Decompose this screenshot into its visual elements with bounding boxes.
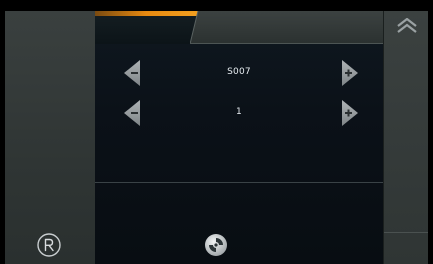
right-arrow-icon — [342, 60, 358, 86]
home-icon — [205, 234, 227, 256]
tab-active-accent — [95, 11, 198, 16]
left-arrow-icon — [124, 60, 140, 86]
registered-button[interactable] — [36, 232, 62, 258]
left-arrow-icon — [124, 100, 140, 126]
up-chevron-icon — [397, 17, 417, 33]
row2-value: 1 — [236, 107, 242, 117]
right-panel — [384, 11, 428, 264]
right-panel-divider — [384, 232, 428, 233]
row2-increment-button[interactable] — [342, 100, 358, 126]
tab-inactive[interactable] — [190, 11, 383, 44]
row1-value: S007 — [227, 67, 251, 77]
registered-icon — [37, 233, 61, 257]
left-panel — [5, 11, 95, 264]
scroll-up-button[interactable] — [396, 17, 418, 34]
main-area — [95, 11, 383, 264]
home-button[interactable] — [203, 232, 229, 258]
divider-line — [95, 182, 383, 183]
row2-decrement-button[interactable] — [124, 100, 140, 126]
row1-decrement-button[interactable] — [124, 60, 140, 86]
screen: S007 1 — [0, 0, 433, 264]
right-arrow-icon — [342, 100, 358, 126]
row1-increment-button[interactable] — [342, 60, 358, 86]
